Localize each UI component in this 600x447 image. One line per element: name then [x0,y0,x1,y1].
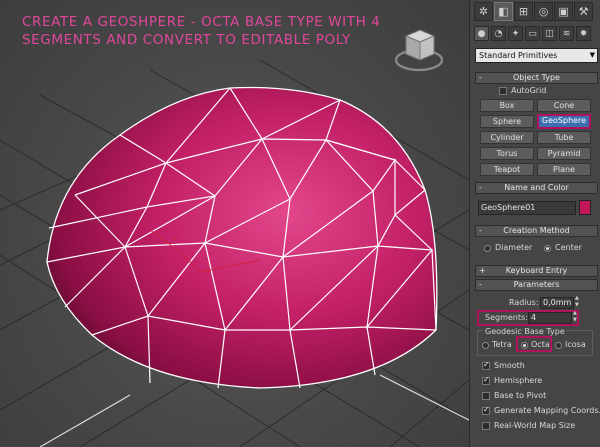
primitive-type-dropdown[interactable]: Standard Primitives ▼ [475,48,598,63]
hemisphere-checkbox[interactable] [482,375,490,385]
chevron-down-icon: ▼ [589,51,595,59]
generate-mapping-checkbox[interactable] [482,405,490,415]
motion-icon[interactable]: ◎ [534,2,553,21]
autogrid-checkbox[interactable] [499,87,507,95]
rollout-collapse-sign: - [479,73,482,82]
tutorial-caption: CREATE A GEOSHPERE - OCTA BASE TYPE WITH… [22,13,382,49]
icosa-radio[interactable] [555,342,562,349]
geometry-icon[interactable]: ● [474,26,489,41]
spacewarps-icon[interactable]: ≋ [559,26,574,41]
radius-label: Radius: [509,298,539,307]
rollout-title: Parameters [513,280,560,289]
base-to-pivot-checkbox[interactable] [482,392,490,400]
rollout-collapse-sign: - [479,183,482,192]
geosphere-button[interactable]: GeoSphere [537,114,591,129]
cone-button[interactable]: Cone [537,99,591,112]
object-type-rollout-header[interactable]: - Object Type [475,72,598,84]
segments-field[interactable]: 4 [528,312,572,324]
geosphere-object[interactable] [46,86,438,389]
cameras-icon[interactable]: ▭ [525,26,540,41]
rollout-expand-sign: + [479,266,486,275]
real-world-map-checkbox[interactable] [482,422,490,430]
segments-label: Segments: [485,313,528,322]
octa-radio[interactable] [521,342,528,349]
utilities-icon[interactable]: ⚒ [574,2,593,21]
name-color-rollout-header[interactable]: - Name and Color [475,182,598,194]
center-label: Center [555,243,582,252]
caption-line-1: CREATE A GEOSHPERE - OCTA BASE TYPE WITH… [22,14,381,30]
base-to-pivot-label: Base to Pivot [494,391,547,400]
creation-method-rollout-header[interactable]: - Creation Method [475,225,598,237]
display-icon[interactable]: ▣ [554,2,573,21]
octa-label: Octa [531,340,550,349]
pyramid-button[interactable]: Pyramid [537,147,591,160]
autogrid-label: AutoGrid [511,86,547,95]
keyboard-entry-rollout-header[interactable]: + Keyboard Entry [475,265,598,277]
rollout-title: Creation Method [503,226,570,235]
parameters-rollout-header[interactable]: - Parameters [475,279,598,291]
smooth-checkbox[interactable] [482,360,490,370]
tetra-radio[interactable] [482,342,489,349]
create-icon[interactable]: ✲ [474,2,493,21]
rollout-collapse-sign: - [479,280,482,289]
radius-field[interactable]: 0,0mm [540,297,574,309]
smooth-label: Smooth [494,361,525,370]
tube-button[interactable]: Tube [537,131,591,144]
hemisphere-label: Hemisphere [494,376,543,385]
hierarchy-icon[interactable]: ⊞ [514,2,533,21]
torus-button[interactable]: Torus [480,147,534,160]
geodesic-base-type-title: Geodesic Base Type [484,327,566,336]
command-panel: ✲ ◧ ⊞ ◎ ▣ ⚒ ● ◔ ✦ ▭ ◫ ≋ ✹ Standard Primi… [469,0,600,447]
create-subtabs: ● ◔ ✦ ▭ ◫ ≋ ✹ [470,24,600,44]
modify-icon[interactable]: ◧ [494,2,513,21]
rollout-collapse-sign: - [479,226,482,235]
rollout-title: Object Type [513,73,560,82]
shapes-icon[interactable]: ◔ [491,26,506,41]
dropdown-value: Standard Primitives [479,51,558,60]
cylinder-button[interactable]: Cylinder [480,131,534,144]
object-name-field[interactable]: GeoSphere01 [478,201,576,215]
diameter-label: Diameter [495,243,533,252]
box-button[interactable]: Box [480,99,534,112]
rollout-title: Keyboard Entry [505,266,568,275]
diameter-radio[interactable] [484,245,491,252]
plane-button[interactable]: Plane [537,163,591,176]
command-panel-tabs: ✲ ◧ ⊞ ◎ ▣ ⚒ [470,0,600,23]
perspective-viewport[interactable]: CREATE A GEOSHPERE - OCTA BASE TYPE WITH… [0,0,469,447]
rollout-title: Name and Color [504,183,569,192]
systems-icon[interactable]: ✹ [576,26,591,41]
object-color-swatch[interactable] [579,200,591,215]
tetra-label: Tetra [492,340,512,349]
helpers-icon[interactable]: ◫ [542,26,557,41]
lights-icon[interactable]: ✦ [508,26,523,41]
caption-line-2: SEGMENTS AND CONVERT TO EDITABLE POLY [22,32,351,48]
segments-spinner[interactable] [573,310,580,324]
viewcube-icon[interactable] [392,22,444,74]
radius-spinner[interactable] [575,295,582,309]
sphere-button[interactable]: Sphere [480,115,534,128]
center-radio[interactable] [544,245,551,252]
real-world-map-label: Real-World Map Size [494,421,576,430]
generate-mapping-label: Generate Mapping Coords. [494,406,600,415]
teapot-button[interactable]: Teapot [480,163,534,176]
icosa-label: Icosa [565,340,586,349]
